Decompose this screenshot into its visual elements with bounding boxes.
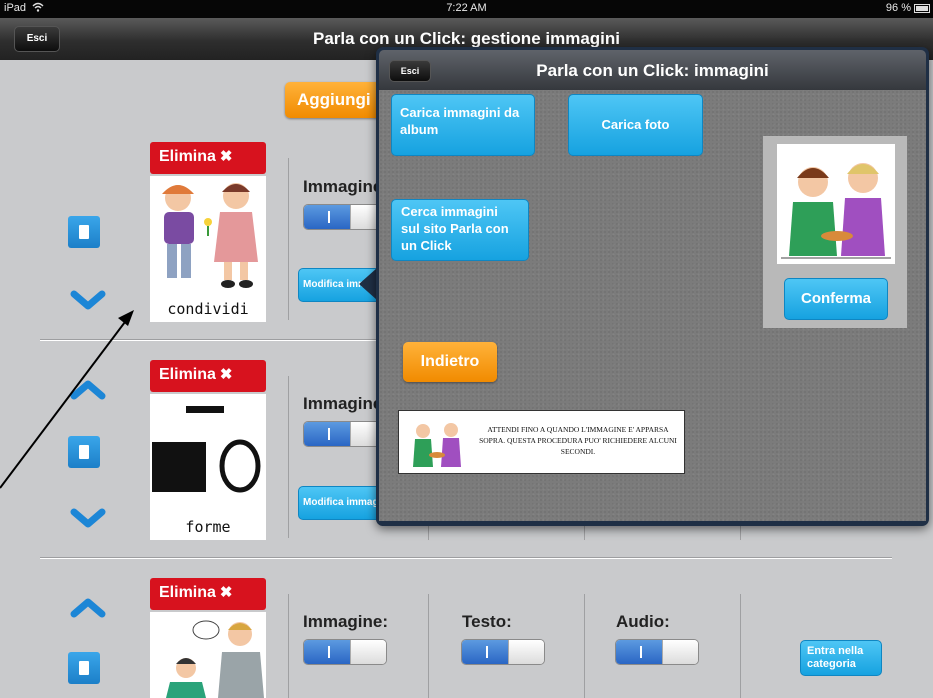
annotation-arrow <box>0 310 134 489</box>
ipad-screen: iPad 7:22 AM 96 % Esci Parla con un Clic… <box>0 0 933 698</box>
